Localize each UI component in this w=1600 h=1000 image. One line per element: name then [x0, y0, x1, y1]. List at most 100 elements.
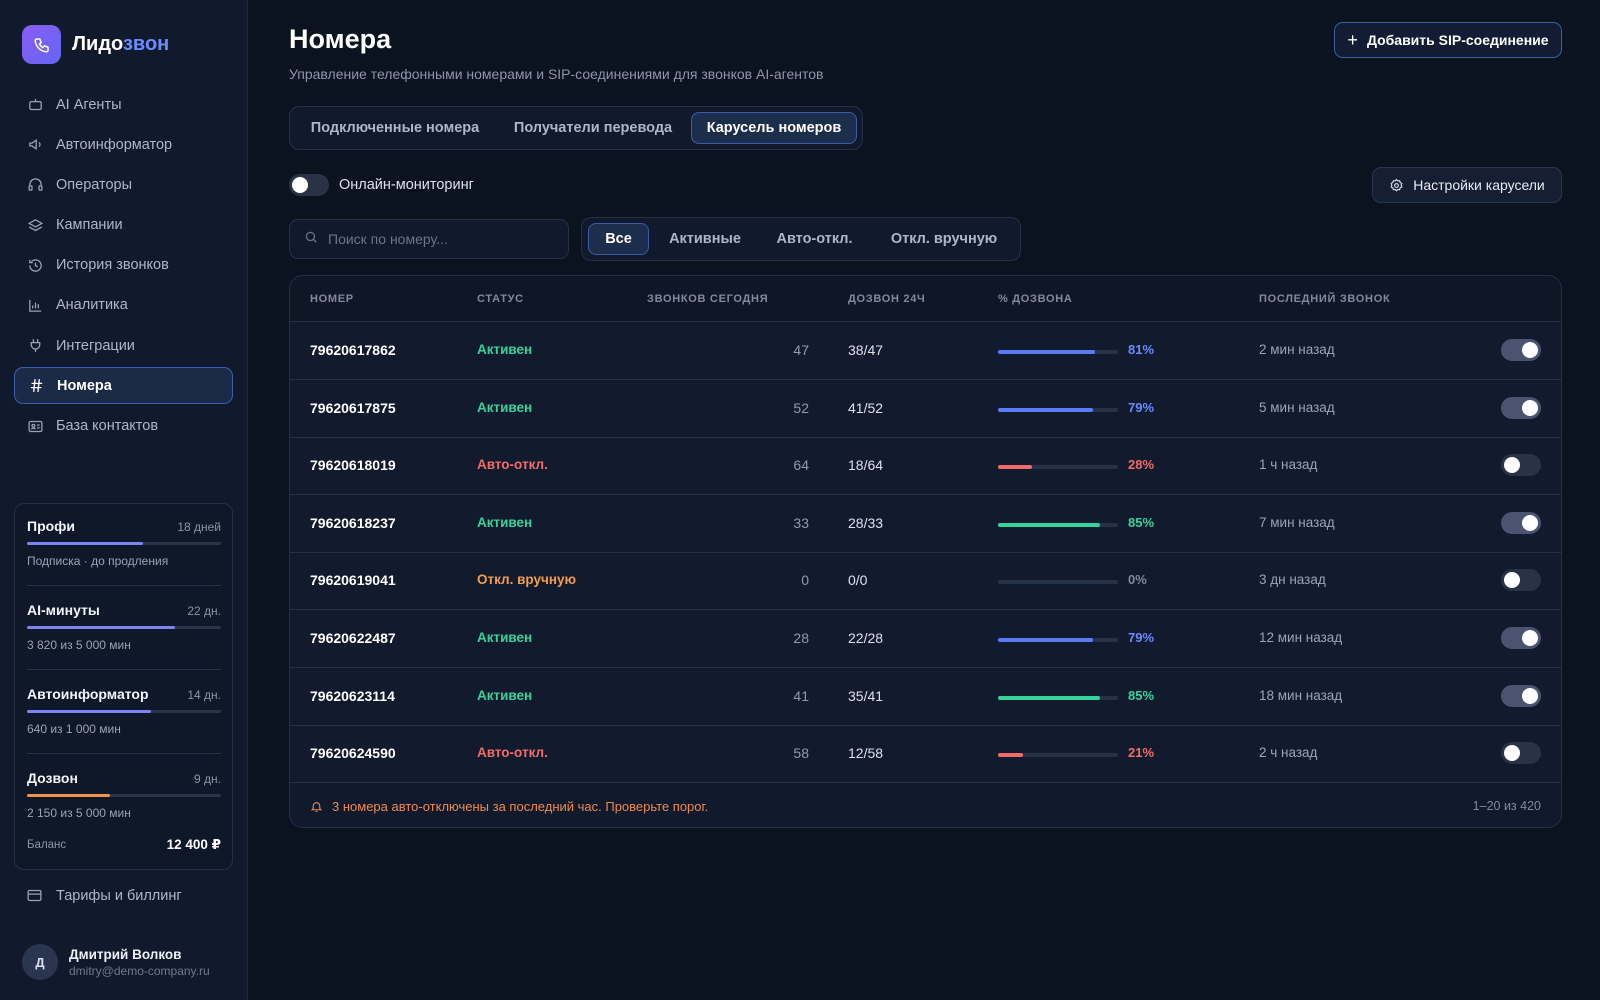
- table-row[interactable]: 79620624590 Авто-откл. 58 12/58 21% 2 ч назад: [290, 725, 1561, 784]
- tab-number-carousel[interactable]: Карусель номеров: [691, 112, 857, 144]
- column-header-reach-pct[interactable]: % ДОЗВОНА: [998, 293, 1073, 305]
- reach-progress-bar: [998, 407, 1118, 412]
- table-row[interactable]: 79620617875 Активен 52 41/52 79% 5 мин назад: [290, 380, 1561, 438]
- toggle-knob: [1522, 514, 1538, 531]
- monitoring-toggle[interactable]: [289, 174, 329, 196]
- divider: [27, 585, 221, 586]
- history-icon: [26, 256, 44, 274]
- sidebar-item-autoinformer[interactable]: Автоинформатор: [14, 126, 233, 163]
- calls-today: 47: [793, 342, 809, 358]
- carousel-settings-button[interactable]: Настройки карусели: [1372, 167, 1562, 203]
- last-call: 2 ч назад: [1259, 745, 1318, 761]
- reach-progress-fill: [998, 407, 1093, 412]
- balance-value: 12 400 ₽: [166, 837, 221, 852]
- sidebar-item-label: История звонков: [56, 257, 169, 274]
- balance-label: Баланс: [27, 839, 67, 851]
- table-row[interactable]: 79620623114 Активен 41 35/41 85% 18 мин назад: [290, 668, 1561, 726]
- add-sip-button[interactable]: + Добавить SIP-соединение: [1334, 22, 1562, 58]
- reach-progress-fill: [998, 695, 1100, 700]
- calls-today: 28: [793, 630, 809, 646]
- phone-number: 79620622487: [310, 630, 396, 646]
- reach-progress-fill: [998, 753, 1024, 758]
- column-header-last-call[interactable]: ПОСЛЕДНИЙ ЗВОНОК: [1259, 293, 1390, 305]
- brand-name: Лидозвон: [72, 33, 170, 55]
- number-enabled-toggle[interactable]: [1501, 511, 1541, 534]
- plan-progress-fill: [27, 794, 111, 797]
- plan-sub: 640 из 1 000 мин: [27, 722, 121, 736]
- reach-24h: 38/47: [848, 342, 884, 358]
- table-row[interactable]: 79620619041 Откл. вручную 0 0/0 0% 3 дн назад: [290, 552, 1561, 611]
- phone-number: 79620623114: [310, 687, 395, 704]
- carousel-settings-label: Настройки карусели: [1413, 177, 1545, 193]
- filter-manual-off[interactable]: Откл. вручную: [874, 223, 1014, 255]
- plan-pro[interactable]: Профи 18 дней Подписка · до продления: [27, 518, 221, 568]
- number-enabled-toggle[interactable]: [1501, 454, 1541, 477]
- plan-autoinformer[interactable]: Автоинформатор 14 дн. 640 из 1 000 мин: [27, 686, 221, 736]
- search-icon: [304, 230, 318, 249]
- headset-icon: [26, 176, 44, 194]
- plan-dialer[interactable]: Дозвон 9 дн. 2 150 из 5 000 мин: [27, 770, 221, 820]
- sidebar-item-campaigns[interactable]: Кампании: [14, 207, 233, 244]
- reach-24h: 18/64: [848, 457, 884, 474]
- column-header-calls-today[interactable]: ЗВОНКОВ СЕГОДНЯ: [647, 293, 768, 305]
- sidebar-item-ai-agents[interactable]: AI Агенты: [14, 86, 233, 123]
- tab-transfer-recipients[interactable]: Получатели перевода: [498, 112, 688, 144]
- status-filter-bar: Все Активные Авто-откл. Откл. вручную: [581, 217, 1021, 261]
- page-title: Номера: [289, 24, 392, 54]
- status-badge: Активен: [477, 399, 533, 415]
- number-enabled-toggle[interactable]: [1501, 339, 1541, 361]
- plan-progress-bar: [27, 710, 221, 713]
- plan-days: 18 дней: [177, 520, 221, 534]
- sidebar-item-analytics[interactable]: Аналитика: [14, 287, 233, 324]
- user-profile[interactable]: Д Дмитрий Волков dmitry@demo-company.ru: [22, 944, 210, 980]
- sidebar-item-operators[interactable]: Операторы: [14, 166, 233, 203]
- number-enabled-toggle[interactable]: [1501, 569, 1541, 592]
- number-enabled-toggle[interactable]: [1501, 627, 1541, 649]
- plan-days: 22 дн.: [187, 604, 221, 618]
- sidebar-item-label: Номера: [57, 377, 112, 394]
- toggle-knob: [1522, 342, 1538, 358]
- sidebar-item-call-history[interactable]: История звонков: [14, 247, 233, 284]
- filter-auto-off[interactable]: Авто-откл.: [761, 223, 868, 255]
- phone-number: 79620618237: [310, 514, 396, 531]
- column-header-reach-24h[interactable]: ДОЗВОН 24Ч: [848, 293, 925, 305]
- sidebar-item-numbers[interactable]: Номера: [14, 367, 233, 405]
- brand[interactable]: Лидозвон: [22, 25, 169, 64]
- numbers-table: НОМЕР СТАТУС ЗВОНКОВ СЕГОДНЯ ДОЗВОН 24Ч …: [289, 275, 1562, 828]
- gear-icon: [1389, 178, 1404, 193]
- filter-active[interactable]: Активные: [655, 223, 755, 255]
- number-enabled-toggle[interactable]: [1501, 742, 1541, 765]
- number-enabled-toggle[interactable]: [1501, 684, 1541, 707]
- column-header-status[interactable]: СТАТУС: [477, 293, 524, 305]
- calls-today: 33: [793, 514, 809, 531]
- tab-connected-numbers[interactable]: Подключенные номера: [296, 112, 494, 144]
- table-row[interactable]: 79620622487 Активен 28 22/28 79% 12 мин назад: [290, 610, 1561, 668]
- status-badge: Авто-откл.: [477, 745, 548, 761]
- last-call: 1 ч назад: [1259, 457, 1318, 473]
- reach-24h: 12/58: [848, 745, 884, 762]
- table-row[interactable]: 79620618237 Активен 33 28/33 85% 7 мин назад: [290, 495, 1561, 553]
- filter-all[interactable]: Все: [588, 223, 649, 255]
- auto-off-alert: 3 номера авто-отключены за последний час…: [310, 799, 708, 814]
- sidebar-item-billing[interactable]: Тарифы и биллинг: [26, 887, 182, 904]
- sidebar-item-contacts[interactable]: База контактов: [14, 408, 233, 445]
- last-call: 5 мин назад: [1259, 399, 1335, 415]
- search-input[interactable]: [328, 231, 548, 247]
- chart-icon: [26, 296, 44, 314]
- reach-percent: 28%: [1128, 457, 1155, 473]
- reach-progress-bar: [998, 695, 1118, 700]
- last-call: 7 мин назад: [1259, 514, 1335, 530]
- balance: Баланс 12 400 ₽: [27, 837, 221, 853]
- plan-ai-minutes[interactable]: AI-минуты 22 дн. 3 820 из 5 000 мин: [27, 602, 221, 652]
- table-row[interactable]: 79620617862 Активен 47 38/47 81% 2 мин назад: [290, 322, 1561, 380]
- sidebar-item-integrations[interactable]: Интеграции: [14, 327, 233, 364]
- phone-number: 79620618019: [310, 457, 396, 474]
- status-badge: Активен: [477, 514, 533, 530]
- number-enabled-toggle[interactable]: [1501, 396, 1541, 419]
- table-row[interactable]: 79620618019 Авто-откл. 64 18/64 28% 1 ч назад: [290, 437, 1561, 496]
- reach-24h: 41/52: [848, 399, 884, 416]
- reach-progress-fill: [998, 522, 1100, 527]
- reach-progress-bar: [998, 753, 1118, 758]
- sidebar-item-label: AI Агенты: [56, 96, 122, 113]
- column-header-number[interactable]: НОМЕР: [310, 293, 354, 305]
